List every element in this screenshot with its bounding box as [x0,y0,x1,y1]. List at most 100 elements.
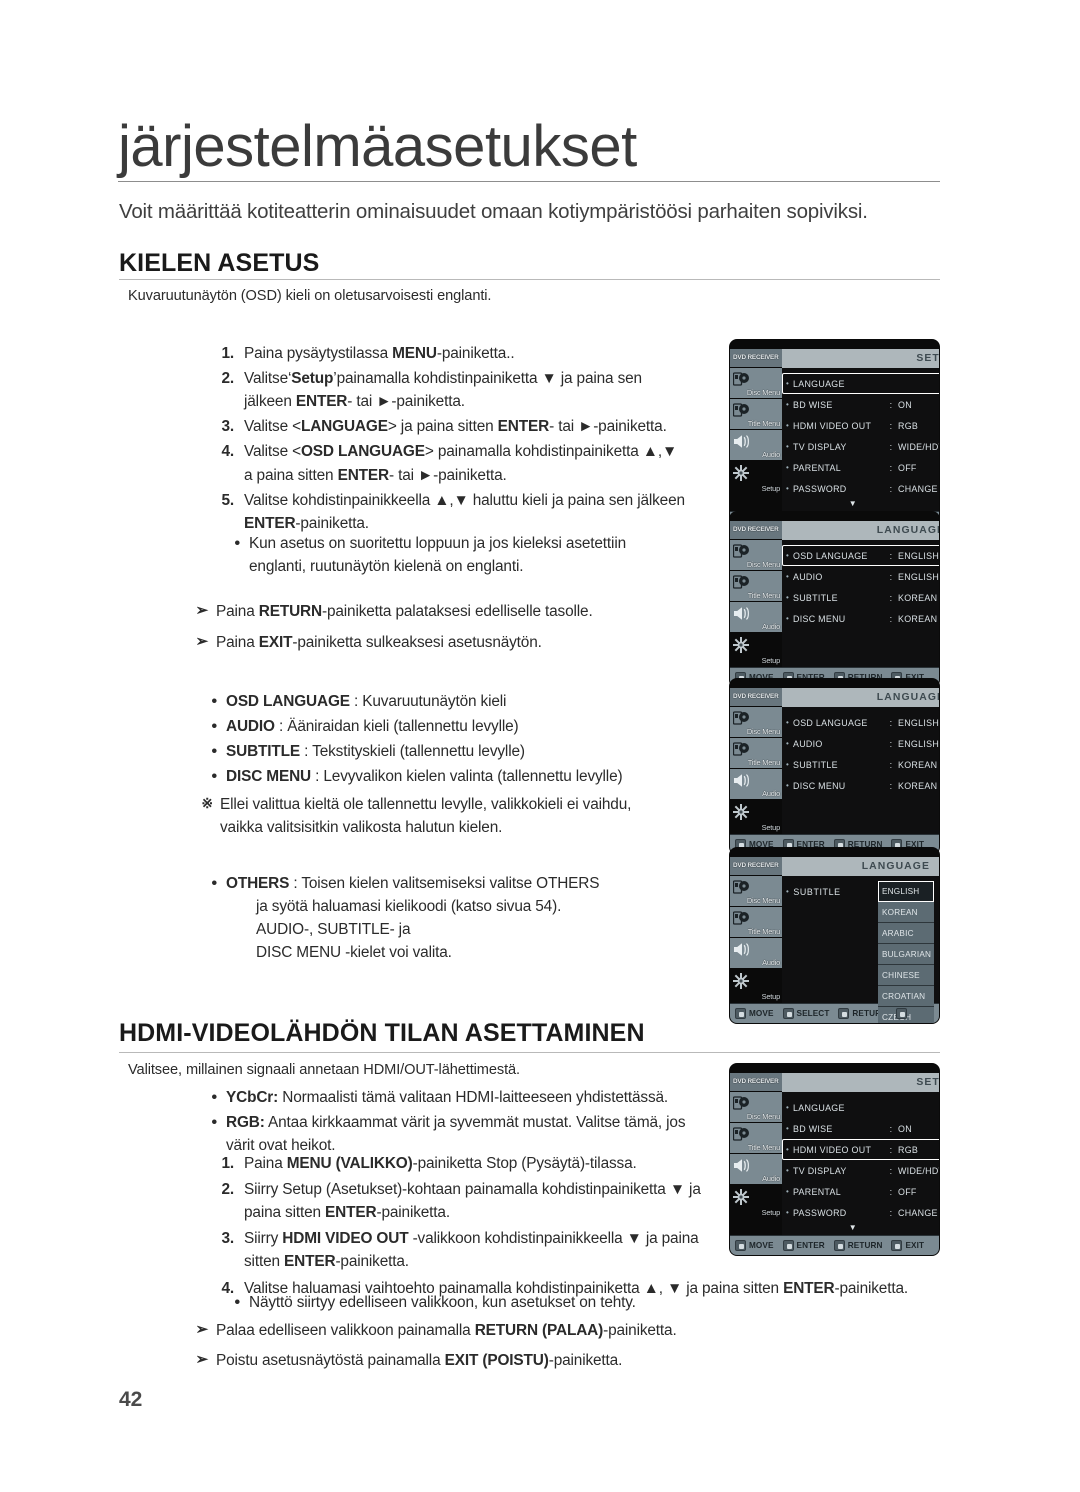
scroll-down-arrow-icon[interactable]: ▼ [782,499,939,511]
osd-menu-row[interactable]: •SUBTITLE:KOREAN› [782,587,939,608]
osd-row-bullet-icon: • [786,1103,790,1112]
disc-icon [732,1127,750,1149]
osd-sidebar-item-setup[interactable]: Setup [730,1185,782,1219]
language-option[interactable]: CROATIAN [878,986,934,1007]
osd-menu-rows: •OSD LANGUAGE:ENGLISH›•AUDIO:ENGLISH›•SU… [782,707,939,796]
osd-menu-row[interactable]: •OSD LANGUAGE:ENGLISH› [782,712,939,733]
osd-menu-row[interactable]: •AUDIO:ENGLISH› [782,733,939,754]
osd-menu-row[interactable]: •HDMI VIDEO OUT:RGB› [782,1139,939,1160]
osd-menu-row[interactable]: •PARENTAL:OFF› [782,1181,939,1202]
osd-sidebar-item-setup[interactable]: Setup [730,633,782,667]
osd-row-bullet-icon: • [786,400,790,409]
osd-sidebar: DVD RECEIVER Disc Menu Title Menu Audio Setu… [730,857,782,1003]
note-bullet: • Kun asetus on suoritettu loppuun ja jos… [228,532,708,578]
osd-row-value: ON [898,1123,912,1134]
numbered-step: 1. Paina pysäytystilassa MENU-painiketta.… [210,342,710,365]
osd-sidebar-item-setup[interactable]: Setup [730,800,782,834]
language-option[interactable]: BULGARIAN [878,944,934,965]
numbered-step-text: Valitse kohdistinpainikkeella ▲,▼ halutt… [244,491,685,532]
osd-row-key: DISC MENU [793,613,846,624]
section2-sub-bullet: • Näyttö siirtyy edelliseen valikkoon, ku… [228,1291,828,1315]
osd-row-key: PARENTAL [793,462,841,473]
osd-sidebar-item-title-menu[interactable]: Title Menu [730,571,782,602]
osd-top-bezel [730,1064,939,1073]
osd-sidebar-item-title-menu[interactable]: Title Menu [730,1123,782,1154]
section1-steps: 1. Paina pysäytystilassa MENU-painiketta.… [210,342,710,537]
osd-menu-row[interactable]: •PASSWORD:CHANGE› [782,478,939,499]
osd-sidebar-item-title-menu[interactable]: Title Menu [730,399,782,430]
osd-button-select[interactable]: SELECT [782,1008,830,1019]
osd-menu-row[interactable]: •DISC MENU:KOREAN› [782,608,939,629]
note-bullet-text: Kun asetus on suoritettu loppuun ja jos … [249,535,627,576]
osd-row-bullet-icon: • [786,1208,790,1217]
osd-sidebar-item-audio[interactable]: Audio [730,602,782,633]
language-option[interactable]: KOREAN [878,902,934,923]
section-heading-hdmi: HDMI-VIDEOLÄHDÖN TILAN ASETTAMINEN [119,1019,645,1047]
osd-button-move[interactable]: MOVE [735,1240,774,1251]
osd-menu-row[interactable]: •BD WISE:ON› [782,394,939,415]
osd-menu-row[interactable]: •OSD LANGUAGE:ENGLISH› [782,545,939,566]
osd-sidebar-item-disc-menu[interactable]: Disc Menu [730,1092,782,1123]
osd-sidebar-item-disc-menu[interactable]: Disc Menu [730,876,782,907]
dpad-icon [735,1240,746,1251]
osd-sidebar-item-title-menu[interactable]: Title Menu [730,738,782,769]
osd-button-enter[interactable]: ENTER [782,1240,825,1251]
osd-menu-row[interactable]: • SUBTITLE [786,881,841,902]
osd-button-return[interactable]: RETURN [833,1240,883,1251]
arrow-note-marker: ➢ [195,633,209,651]
language-option[interactable]: CHINESE [878,965,934,986]
osd-row-bullet-icon: • [786,551,790,560]
language-dropdown-list[interactable]: ENGLISH KOREAN ARABIC BULGARIAN CHINESE CROAT… [878,881,934,1023]
osd-sidebar-item-label: Title Menu [747,926,780,936]
osd-button-label: EXIT [905,1241,925,1250]
osd-button-label: MOVE [749,1241,774,1250]
osd-button-exit[interactable]: EXIT [891,1240,924,1251]
osd-menu-row[interactable]: •LANGUAGE› [782,373,939,394]
osd-sidebar-item-audio[interactable]: Audio [730,1154,782,1185]
return-icon [833,1240,845,1251]
osd-content: LANGUAGE•OSD LANGUAGE:ENGLISH›•AUDIO:ENG… [782,521,939,667]
definition-item: • AUDIO : Ääniraidan kieli (tallennettu l… [205,715,725,739]
section1-definitions: • OSD LANGUAGE : Kuvaruutunäytön kieli • AU… [205,690,725,790]
osd-menu-row[interactable]: •TV DISPLAY:WIDE/HDTV› [782,436,939,457]
osd-sidebar-item-title-menu[interactable]: Title Menu [730,907,782,938]
osd-sidebar-item-audio[interactable]: Audio [730,938,782,969]
osd-menu-row[interactable]: •BD WISE:ON› [782,1118,939,1139]
section2-divider [119,1052,940,1054]
language-option[interactable]: ENGLISH [878,881,934,902]
arrow-note-marker: ➢ [195,602,209,619]
scroll-down-arrow-icon[interactable]: ▼ [782,1223,939,1235]
osd-menu-row[interactable]: •AUDIO:ENGLISH› [782,566,939,587]
arrow-note: ➢ Poistu asetusnäytöstä painamalla EXIT (… [190,1349,790,1372]
osd-menu-row[interactable]: •LANGUAGE› [782,1097,939,1118]
osd-top-bezel [730,340,939,349]
osd-menu-row[interactable]: •SUBTITLE:KOREAN› [782,754,939,775]
osd-menu-row[interactable]: •TV DISPLAY:WIDE/HDTV› [782,1160,939,1181]
arrow-note: ➢ Palaa edelliseen valikkoon painamalla R… [190,1319,790,1342]
osd-sidebar-item-disc-menu[interactable]: Disc Menu [730,368,782,399]
osd-sidebar-item-audio[interactable]: Audio [730,430,782,461]
osd-sidebar-item-audio[interactable]: Audio [730,769,782,800]
osd-menu-row[interactable]: •PARENTAL:OFF› [782,457,939,478]
language-option[interactable]: ARABIC [878,923,934,944]
arrow-note-marker: ➢ [195,1351,209,1369]
numbered-step-marker: 5. [221,491,234,509]
arrow-note-text: Poistu asetusnäytöstä painamalla EXIT (P… [216,1352,623,1370]
sub-bullet-text: Näyttö siirtyy edelliseen valikkoon, kun… [249,1294,636,1311]
exit-icon [891,1240,903,1251]
osd-menu-row[interactable]: •PASSWORD:CHANGE› [782,1202,939,1223]
osd-title-text: SETUP [916,1077,939,1088]
osd-sidebar-item-setup[interactable]: Setup [730,969,782,1003]
osd-row-colon: : [889,441,893,452]
osd-menu-rows: •LANGUAGE›•BD WISE:ON›•HDMI VIDEO OUT:RG… [782,368,939,499]
osd-sidebar-item-setup[interactable]: Setup [730,461,782,495]
numbered-step: 3. Valitse <LANGUAGE> ja paina sitten ENT… [210,415,710,438]
osd-button-label: SELECT [796,1009,830,1018]
osd-button-move[interactable]: MOVE [735,1008,774,1019]
osd-sidebar-item-disc-menu[interactable]: Disc Menu [730,707,782,738]
osd-device-label: DVD RECEIVER [730,688,782,707]
osd-menu-row[interactable]: •HDMI VIDEO OUT:RGB› [782,415,939,436]
chapter-subtitle: Voit määrittää kotiteatterin ominaisuude… [119,200,868,223]
osd-sidebar-item-disc-menu[interactable]: Disc Menu [730,540,782,571]
osd-menu-row[interactable]: •DISC MENU:KOREAN› [782,775,939,796]
